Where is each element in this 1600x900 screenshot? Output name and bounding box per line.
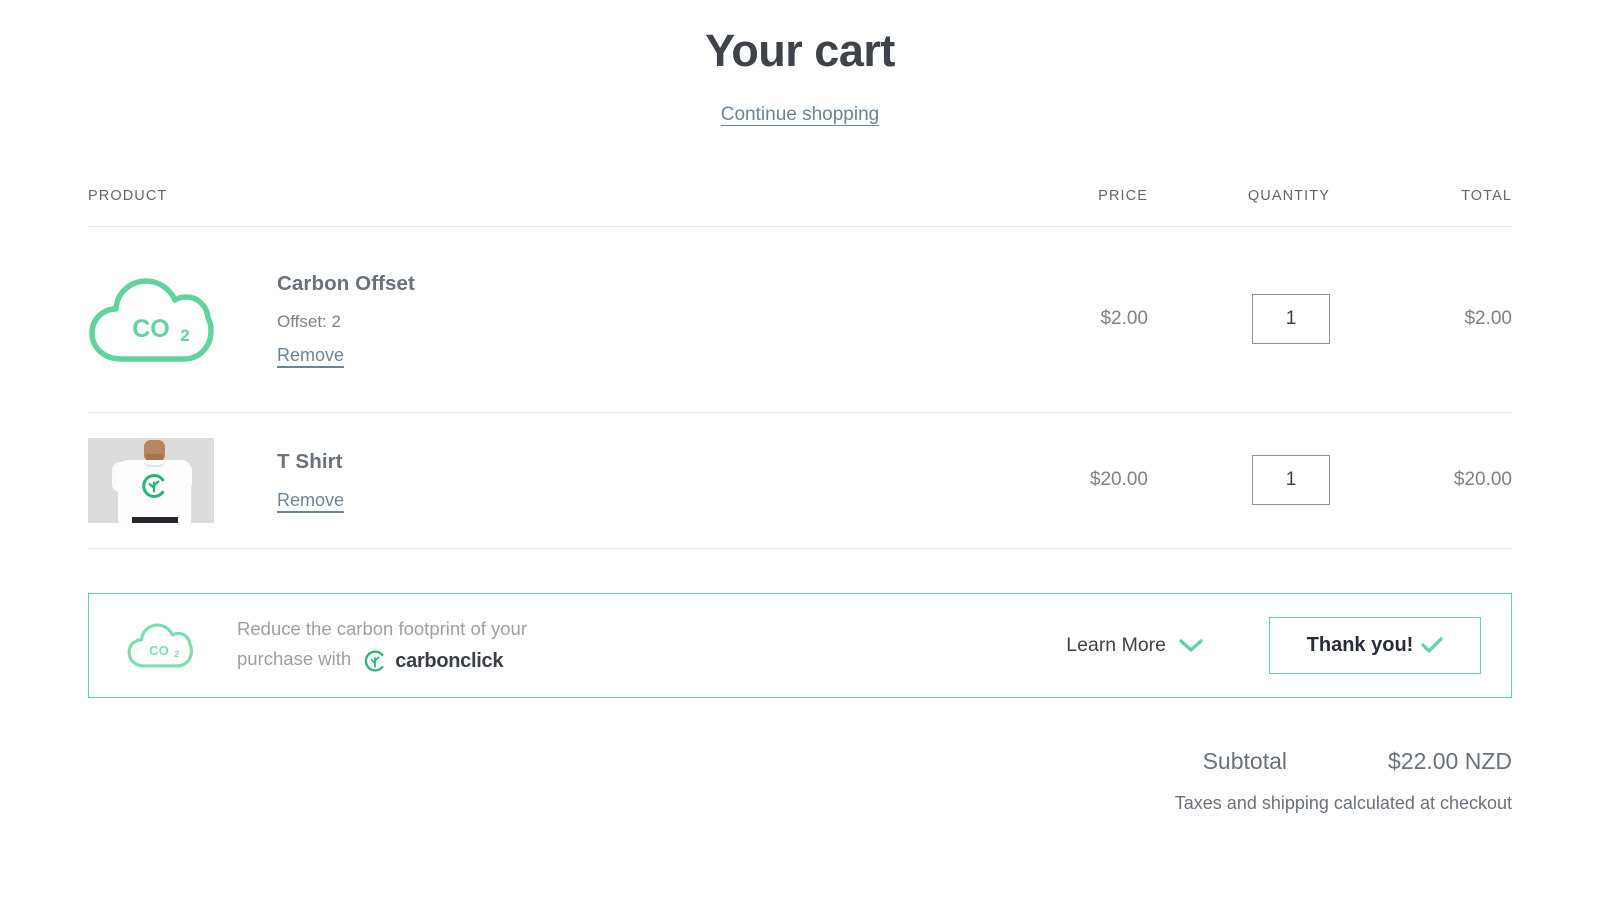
thank-you-button[interactable]: Thank you! <box>1269 616 1481 674</box>
quantity-cell <box>1148 294 1333 344</box>
product-title: T Shirt <box>277 449 343 473</box>
svg-text:2: 2 <box>180 326 189 345</box>
banner-icon-wrap: CO 2 <box>125 620 195 670</box>
svg-text:CO: CO <box>149 643 169 658</box>
continue-shopping-link[interactable]: Continue shopping <box>721 104 879 126</box>
learn-more-toggle[interactable]: Learn More <box>1066 634 1203 657</box>
product-price: $20.00 <box>1089 469 1148 490</box>
learn-more-label: Learn More <box>1066 633 1166 656</box>
column-header-price: PRICE <box>1098 187 1148 204</box>
cart-page: Your cart Continue shopping PRODUCT PRIC… <box>0 0 1600 900</box>
column-header-total: TOTAL <box>1461 187 1512 204</box>
banner-message-line2: purchase with <box>237 648 352 670</box>
tshirt-collar <box>143 459 166 467</box>
cart-header: Your cart Continue shopping <box>0 0 1600 126</box>
svg-text:2: 2 <box>174 649 179 659</box>
carbonclick-logo-icon <box>142 473 165 498</box>
remove-item-link[interactable]: Remove <box>277 490 344 511</box>
column-header-quantity: QUANTITY <box>1247 187 1330 204</box>
cart-totals: Subtotal $22.00 NZD Taxes and shipping c… <box>88 748 1512 814</box>
product-info: Carbon Offset Offset: 2 Remove <box>214 272 415 366</box>
product-variant: Offset: 2 <box>277 312 341 331</box>
thank-you-label: Thank you! <box>1306 633 1414 656</box>
taxes-shipping-note: Taxes and shipping calculated at checkou… <box>1174 792 1512 813</box>
carbonclick-brand: carbonclick <box>362 646 503 676</box>
banner-message: Reduce the carbon footprint of your purc… <box>195 614 527 675</box>
quantity-input[interactable] <box>1252 455 1330 505</box>
co2-cloud-icon: CO 2 <box>89 278 214 362</box>
tshirt-model-legs <box>132 516 178 523</box>
product-line-total: $2.00 <box>1464 308 1512 329</box>
subtotal-row: Subtotal $22.00 NZD <box>88 748 1512 775</box>
svg-text:CO: CO <box>132 315 170 343</box>
tshirt-photo <box>88 437 214 523</box>
column-header-product: PRODUCT <box>88 187 168 204</box>
subtotal-label: Subtotal <box>1202 747 1287 774</box>
co2-cloud-icon: CO 2 <box>127 623 193 668</box>
product-info: T Shirt Remove <box>214 450 344 511</box>
cart-table: PRODUCT PRICE QUANTITY TOTAL CO 2 Carbon… <box>88 126 1512 549</box>
product-price: $2.00 <box>1100 308 1148 329</box>
product-line-total: $20.00 <box>1453 469 1512 490</box>
product-thumbnail: CO 2 <box>88 273 214 365</box>
check-icon <box>1421 636 1443 654</box>
product-thumbnail[interactable] <box>88 437 214 523</box>
page-title: Your cart <box>705 25 895 76</box>
continue-shopping-wrap: Continue shopping <box>0 104 1600 126</box>
remove-item-link[interactable]: Remove <box>277 345 344 366</box>
table-row: CO 2 Carbon Offset Offset: 2 Remove $2.0… <box>88 227 1512 413</box>
chevron-down-icon <box>1179 638 1203 653</box>
carbonclick-logo-icon <box>365 650 384 672</box>
carbonclick-banner: CO 2 Reduce the carbon footprint of your… <box>88 592 1512 698</box>
quantity-input[interactable] <box>1252 294 1330 344</box>
table-header-row: PRODUCT PRICE QUANTITY TOTAL <box>88 188 1512 227</box>
subtotal-value: $22.00 NZD <box>1387 747 1512 774</box>
table-row: T Shirt Remove $20.00 $20.00 <box>88 413 1512 549</box>
quantity-cell <box>1148 455 1333 505</box>
banner-message-line1: Reduce the carbon footprint of your <box>237 618 528 640</box>
product-cell: CO 2 Carbon Offset Offset: 2 Remove <box>88 272 968 366</box>
product-cell: T Shirt Remove <box>88 437 968 523</box>
product-title: Carbon Offset <box>277 272 415 295</box>
carbonclick-brand-name: carbonclick <box>395 649 504 672</box>
